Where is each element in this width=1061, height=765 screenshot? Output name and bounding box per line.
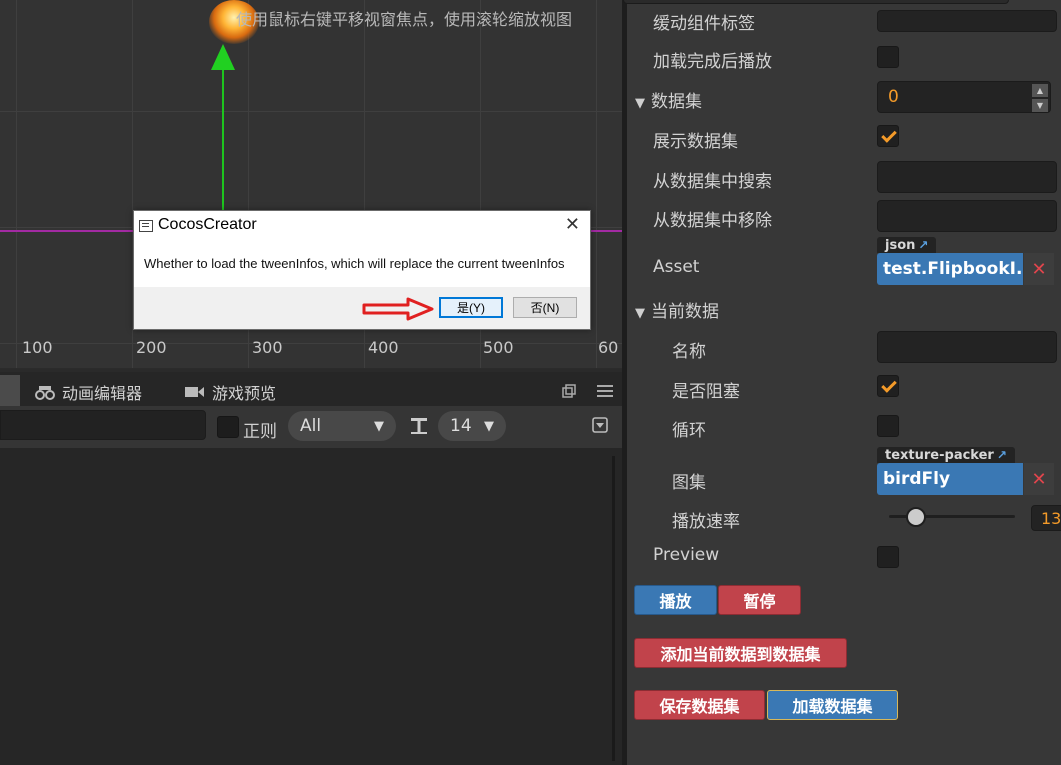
ruler-tick: 500 — [483, 338, 514, 357]
spin-down-icon[interactable]: ▼ — [1032, 99, 1048, 112]
viewport-hint: 使用鼠标右键平移视窗焦点，使用滚轮缩放视图 — [236, 10, 573, 29]
atlas-value: birdFly — [883, 469, 951, 489]
move-gizmo-arrow-icon[interactable] — [211, 44, 235, 70]
confirm-dialog: CocosCreator ✕ Whether to load the tween… — [133, 210, 591, 330]
regex-label: 正则 — [243, 422, 277, 442]
show-dataset-checkbox[interactable] — [877, 125, 899, 147]
dataset-index-value: 0 — [888, 87, 899, 107]
add-to-dataset-button[interactable]: 添加当前数据到数据集 — [634, 638, 847, 668]
atlas-type-text: texture-packer — [885, 447, 994, 463]
chevron-down-icon: ▼ — [374, 418, 384, 434]
top-field-remnant[interactable] — [623, 0, 1009, 4]
search-dataset-label: 从数据集中搜索 — [653, 172, 772, 192]
play-button[interactable]: 播放 — [634, 585, 717, 615]
tab-animation-editor[interactable]: 动画编辑器 — [34, 378, 142, 406]
play-rate-value: 13 — [1041, 508, 1061, 528]
expand-triangle-icon: ▼ — [635, 96, 645, 111]
level-select-value: All — [300, 416, 322, 436]
font-size-select[interactable]: 14 ▼ — [438, 411, 506, 441]
dialog-title: CocosCreator — [158, 216, 257, 233]
blocking-label: 是否阻塞 — [672, 382, 740, 402]
app-window-icon — [139, 220, 153, 232]
load-dataset-button[interactable]: 加载数据集 — [767, 690, 898, 720]
menu-icon[interactable] — [597, 384, 613, 398]
dataset-label-text: 数据集 — [651, 92, 702, 112]
external-link-icon[interactable]: ↗ — [997, 448, 1007, 462]
atlas-type-tag: texture-packer ↗ — [877, 447, 1015, 463]
save-dataset-button[interactable]: 保存数据集 — [634, 690, 765, 720]
popout-icon[interactable] — [562, 384, 576, 398]
dataset-label[interactable]: ▼ 数据集 — [635, 87, 702, 112]
buffer-label-text: 缓动组件标签 — [653, 14, 755, 34]
font-size-value: 14 — [450, 416, 472, 436]
animation-editor-icon — [35, 386, 55, 400]
chevron-down-icon: ▼ — [484, 418, 494, 434]
font-size-icon — [411, 418, 427, 434]
tab-label: 动画编辑器 — [62, 384, 143, 403]
atlas-field[interactable]: birdFly — [877, 463, 1023, 495]
log-scrollbar[interactable] — [612, 456, 615, 761]
external-link-icon[interactable]: ↗ — [918, 238, 928, 252]
asset-type-text: json — [885, 237, 916, 253]
autoplay-label: 加载完成后播放 — [653, 52, 772, 72]
dialog-message: Whether to load the tweenInfos, which wi… — [144, 256, 565, 271]
current-data-text: 当前数据 — [651, 302, 719, 322]
filter-input[interactable] — [0, 410, 206, 440]
tab-label: 游戏预览 — [212, 384, 277, 403]
dataset-index-input[interactable]: 0 ▲ ▼ — [877, 81, 1051, 113]
name-label: 名称 — [672, 342, 706, 362]
asset-type-tag: json ↗ — [877, 237, 937, 253]
ruler-tick: 200 — [136, 338, 167, 357]
close-icon[interactable]: ✕ — [565, 214, 580, 235]
asset-value: test.FlipbookI... — [883, 259, 1023, 279]
console-toolbar: 正则 All ▼ 14 ▼ — [0, 406, 622, 448]
level-select[interactable]: All ▼ — [288, 411, 396, 441]
play-rate-slider-knob[interactable] — [906, 507, 926, 527]
console-panel: 动画编辑器 游戏预览 正则 All ▼ 14 ▼ — [0, 369, 622, 765]
y-axis-gizmo[interactable] — [222, 60, 224, 230]
show-dataset-label: 展示数据集 — [653, 132, 738, 152]
regex-checkbox[interactable] — [217, 416, 239, 438]
play-rate-label: 播放速率 — [672, 512, 740, 532]
collapse-icon[interactable] — [592, 417, 608, 433]
red-arrow-icon — [362, 297, 434, 321]
inspector-panel: 缓动组件标签 加载完成后播放 ▼ 数据集 0 ▲ ▼ 展示数据集 从数据集中搜索 … — [623, 0, 1061, 765]
pause-button[interactable]: 暂停 — [718, 585, 801, 615]
game-preview-icon — [185, 387, 204, 397]
asset-label: Asset — [653, 257, 700, 277]
play-rate-input[interactable]: 13 — [1031, 505, 1061, 531]
ruler-tick: 60 — [598, 338, 619, 357]
clear-asset-icon[interactable]: ✕ — [1024, 253, 1054, 285]
buffer-label-input[interactable] — [877, 10, 1057, 32]
tab-console[interactable] — [0, 375, 20, 406]
preview-checkbox[interactable] — [877, 546, 899, 568]
tab-game-preview[interactable]: 游戏预览 — [184, 378, 276, 406]
clear-atlas-icon[interactable]: ✕ — [1024, 463, 1054, 495]
name-input[interactable] — [877, 331, 1057, 363]
loop-checkbox[interactable] — [877, 415, 899, 437]
remove-dataset-input[interactable] — [877, 200, 1057, 232]
dialog-footer: 是(Y) 否(N) — [134, 287, 590, 329]
atlas-label: 图集 — [672, 473, 706, 493]
no-button[interactable]: 否(N) — [513, 297, 577, 318]
yes-button[interactable]: 是(Y) — [439, 297, 503, 318]
preview-label: Preview — [653, 545, 720, 565]
loop-label: 循环 — [672, 421, 706, 441]
console-log-area[interactable] — [0, 448, 622, 765]
ruler-tick: 300 — [252, 338, 283, 357]
asset-field[interactable]: test.FlipbookI... — [877, 253, 1023, 285]
spin-up-icon[interactable]: ▲ — [1032, 84, 1048, 97]
panel-tabbar: 动画编辑器 游戏预览 — [0, 372, 622, 406]
remove-dataset-label: 从数据集中移除 — [653, 211, 772, 231]
expand-triangle-icon: ▼ — [635, 306, 645, 321]
dataset-index-spinner[interactable]: ▲ ▼ — [1032, 84, 1048, 112]
current-data-label[interactable]: ▼ 当前数据 — [635, 297, 719, 322]
search-dataset-input[interactable] — [877, 161, 1057, 193]
ruler-tick: 400 — [368, 338, 399, 357]
autoplay-checkbox[interactable] — [877, 46, 899, 68]
ruler-tick: 100 — [22, 338, 53, 357]
blocking-checkbox[interactable] — [877, 375, 899, 397]
